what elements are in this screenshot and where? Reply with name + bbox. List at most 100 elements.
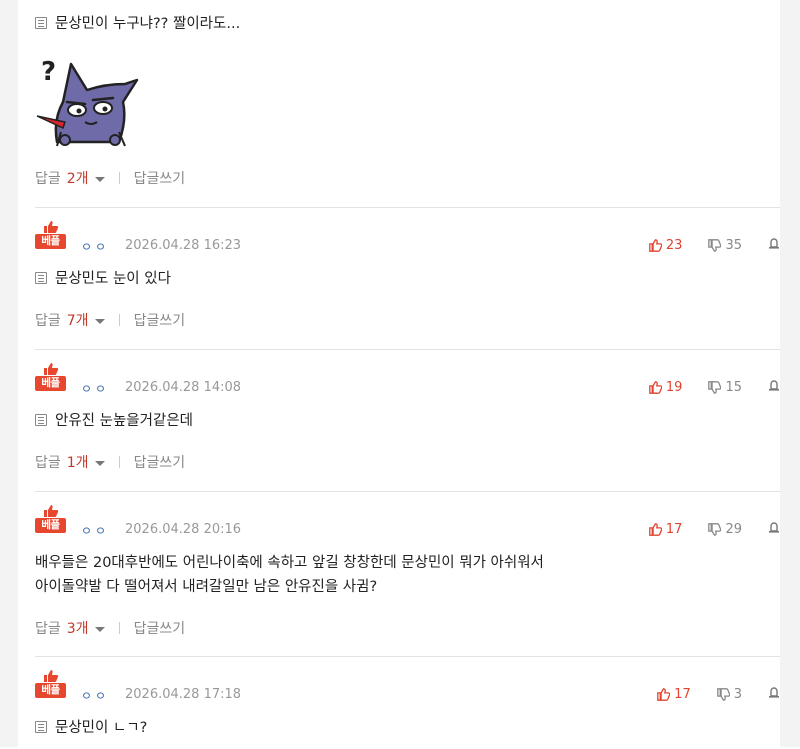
caret-down-icon	[94, 318, 105, 324]
reply-bar: 답글 7개 답글쓰기	[35, 310, 185, 330]
downvote-count: 15	[725, 379, 742, 395]
report-button[interactable]	[768, 237, 780, 253]
document-icon	[35, 16, 47, 29]
comment-item: 베플 ㅇㅇ 2026.04.28 17:18 17 3 문상민이 ㄴㄱ?	[35, 657, 780, 749]
reply-label: 답글	[35, 621, 61, 637]
author-name[interactable]: ㅇㅇ	[81, 238, 109, 255]
document-icon	[35, 272, 47, 284]
thumbs-up-icon	[44, 363, 59, 375]
siren-icon	[769, 380, 779, 391]
best-comment-badge: 베플	[35, 221, 66, 249]
upvote-count: 19	[665, 379, 683, 395]
upvote-count: 23	[665, 237, 683, 253]
report-button[interactable]	[768, 521, 780, 537]
comment-text: 아이돌약발 다 떨어져서 내려갈일만 남은 안유진을 사귐?	[35, 579, 378, 595]
upvote-count: 17	[665, 521, 683, 537]
best-comment-badge: 베플	[35, 363, 66, 391]
comment-header: 베플 ㅇㅇ 2026.04.28 20:16 17 29	[35, 492, 780, 538]
downvote-button[interactable]: 35	[708, 238, 742, 253]
thumbs-up-icon	[44, 505, 59, 517]
comment-item: 베플 ㅇㅇ 2026.04.28 16:23 23 35 문상민도 눈이 있다 …	[35, 208, 780, 350]
comment-item: 베플 ㅇㅇ 2026.04.28 14:08 19 15 안유진 눈높을거같은데…	[35, 350, 780, 492]
thumbs-up-icon	[649, 380, 662, 394]
upvote-button[interactable]: 17	[657, 687, 691, 702]
siren-icon	[769, 522, 779, 533]
best-label: 베플	[35, 518, 66, 533]
comment-header: 베플 ㅇㅇ 2026.04.28 16:23 23 35	[35, 208, 780, 254]
vote-bar: 17 29	[649, 521, 780, 537]
siren-icon	[769, 238, 779, 249]
comment-body: 안유진 눈높을거같은데	[35, 409, 193, 433]
thumbs-down-icon	[708, 380, 722, 394]
report-button[interactable]	[768, 686, 780, 702]
divider	[118, 172, 120, 184]
vote-bar: 19 15	[649, 379, 780, 395]
caret-down-icon	[94, 460, 105, 466]
downvote-count: 29	[725, 521, 742, 537]
left-gutter	[0, 0, 18, 747]
comment-text: 문상민이 누구냐?? 짤이라도...	[55, 16, 241, 32]
comment-item: 문상민이 누구냐?? 짤이라도... ? 답글 2개 답글쓰기	[35, 0, 780, 208]
reply-count: 7개	[66, 313, 89, 329]
comment-header: 베플 ㅇㅇ 2026.04.28 17:18 17 3	[35, 657, 780, 703]
vote-bar: 23 35	[649, 237, 780, 253]
upvote-button[interactable]: 23	[649, 237, 683, 253]
write-reply-button[interactable]: 답글쓰기	[134, 452, 186, 472]
reply-label: 답글	[35, 455, 61, 471]
right-gutter	[780, 0, 800, 747]
siren-icon	[769, 687, 779, 698]
cat-sticker-image: ?	[36, 57, 139, 147]
report-button[interactable]	[768, 379, 780, 395]
author-name[interactable]: ㅇㅇ	[81, 380, 109, 397]
document-icon	[35, 414, 47, 426]
comment-body: 문상민이 누구냐?? 짤이라도...	[35, 12, 240, 33]
best-label: 베플	[35, 234, 66, 249]
write-reply-button[interactable]: 답글쓰기	[134, 168, 186, 188]
author-name[interactable]: ㅇㅇ	[81, 687, 109, 704]
best-label: 베플	[35, 376, 66, 391]
downvote-button[interactable]: 29	[708, 522, 742, 537]
comment-text: 안유진 눈높을거같은데	[55, 413, 194, 429]
divider	[118, 456, 120, 468]
upvote-count: 17	[674, 686, 691, 702]
document-icon	[35, 721, 47, 733]
best-comment-badge: 베플	[35, 505, 66, 533]
reply-toggle[interactable]: 답글 2개	[35, 168, 105, 188]
downvote-count: 35	[725, 237, 742, 253]
thumbs-up-icon	[649, 522, 662, 536]
svg-text:?: ?	[41, 57, 56, 87]
comment-body: 문상민이 ㄴㄱ?	[35, 716, 147, 740]
comment-date: 2026.04.28 17:18	[125, 687, 242, 702]
thumbs-up-icon	[657, 687, 671, 701]
downvote-button[interactable]: 15	[708, 380, 742, 395]
thumbs-down-icon	[716, 687, 730, 701]
comment-header: 베플 ㅇㅇ 2026.04.28 14:08 19 15	[35, 350, 780, 396]
divider	[118, 314, 120, 326]
reply-label: 답글	[35, 313, 61, 329]
reply-bar: 답글 1개 답글쓰기	[35, 452, 185, 472]
best-label: 베플	[35, 683, 66, 698]
thumbs-up-icon	[649, 238, 662, 252]
author-name[interactable]: ㅇㅇ	[81, 522, 109, 539]
reply-toggle[interactable]: 답글 1개	[35, 452, 105, 472]
comment-text: 문상민이 ㄴㄱ?	[55, 720, 148, 736]
comment-date: 2026.04.28 20:16	[125, 522, 242, 537]
comment-list: 문상민이 누구냐?? 짤이라도... ? 답글 2개 답글쓰기 베플 ㅇㅇ 20…	[35, 0, 780, 749]
reply-count: 2개	[66, 171, 89, 187]
thumbs-down-icon	[708, 238, 722, 252]
write-reply-button[interactable]: 답글쓰기	[134, 310, 186, 330]
downvote-button[interactable]: 3	[716, 687, 742, 702]
best-comment-badge: 베플	[35, 670, 66, 698]
upvote-button[interactable]: 19	[649, 379, 683, 395]
reply-toggle[interactable]: 답글 7개	[35, 310, 105, 330]
thumbs-up-icon	[44, 221, 59, 233]
write-reply-button[interactable]: 답글쓰기	[134, 618, 186, 638]
reply-toggle[interactable]: 답글 3개	[35, 618, 105, 638]
comment-text: 문상민도 눈이 있다	[55, 271, 171, 287]
reply-label: 답글	[35, 171, 61, 187]
comment-body: 배우들은 20대후반에도 어린나이축에 속하고 앞길 창창한데 문상민이 뭐가 …	[35, 551, 544, 599]
reply-bar: 답글 3개 답글쓰기	[35, 618, 185, 638]
comment-text: 배우들은 20대후반에도 어린나이축에 속하고 앞길 창창한데 문상민이 뭐가 …	[35, 555, 544, 571]
caret-down-icon	[94, 176, 105, 182]
upvote-button[interactable]: 17	[649, 521, 683, 537]
